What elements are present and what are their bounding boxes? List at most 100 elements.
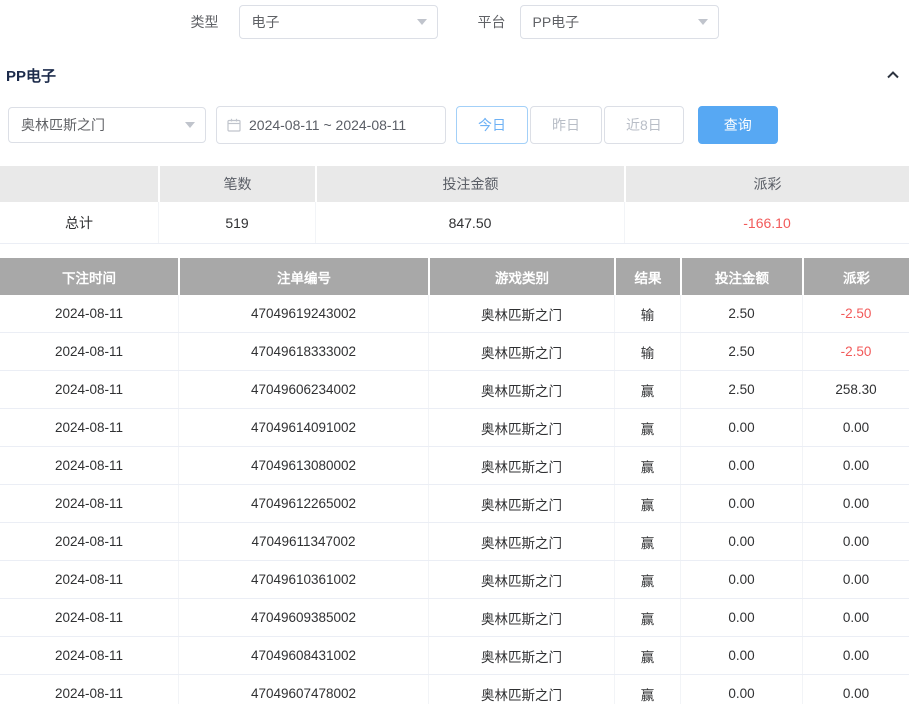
- cell-result: 赢: [614, 485, 680, 522]
- summary-header-count: 笔数: [158, 166, 315, 202]
- cell-order-number: 47049614091002: [178, 409, 428, 446]
- cell-bet-time: 2024-08-11: [0, 447, 178, 484]
- table-row: 2024-08-11 47049609385002 奥林匹斯之门 赢 0.00 …: [0, 599, 909, 637]
- top-filter-bar: 类型 电子 平台 PP电子: [0, 0, 909, 44]
- col-header-result: 结果: [614, 258, 680, 295]
- cell-payout: 0.00: [802, 637, 909, 674]
- table-row: 2024-08-11 47049614091002 奥林匹斯之门 赢 0.00 …: [0, 409, 909, 447]
- cell-order-number: 47049609385002: [178, 599, 428, 636]
- cell-payout: 0.00: [802, 561, 909, 598]
- cell-result: 赢: [614, 561, 680, 598]
- calendar-icon: [227, 118, 241, 132]
- cell-bet-amount: 2.50: [680, 295, 802, 332]
- table-row: 2024-08-11 47049611347002 奥林匹斯之门 赢 0.00 …: [0, 523, 909, 561]
- chevron-down-icon: [185, 122, 195, 128]
- cell-bet-amount: 0.00: [680, 675, 802, 704]
- type-label: 类型: [191, 12, 219, 32]
- section-header: PP电子: [6, 62, 901, 88]
- table-row: 2024-08-11 47049608431002 奥林匹斯之门 赢 0.00 …: [0, 637, 909, 675]
- summary-table: 笔数 投注金额 派彩 总计 519 847.50 -166.10: [0, 166, 909, 244]
- cell-order-number: 47049608431002: [178, 637, 428, 674]
- summary-bet-amount-value: 847.50: [315, 202, 624, 243]
- table-row: 2024-08-11 47049610361002 奥林匹斯之门 赢 0.00 …: [0, 561, 909, 599]
- date-range-input[interactable]: 2024-08-11 ~ 2024-08-11: [216, 106, 446, 144]
- cell-order-number: 47049612265002: [178, 485, 428, 522]
- summary-header-bet-amount: 投注金额: [315, 166, 624, 202]
- cell-payout: -2.50: [802, 333, 909, 370]
- cell-order-number: 47049607478002: [178, 675, 428, 704]
- summary-total-row: 总计 519 847.50 -166.10: [0, 202, 909, 244]
- summary-header-payout: 派彩: [624, 166, 909, 202]
- cell-game-category: 奥林匹斯之门: [428, 447, 614, 484]
- col-header-bet-time: 下注时间: [0, 258, 178, 295]
- table-header-row: 下注时间 注单编号 游戏类别 结果 投注金额 派彩: [0, 258, 909, 295]
- cell-result: 输: [614, 295, 680, 332]
- game-select-value: 奥林匹斯之门: [21, 115, 105, 135]
- summary-payout-value: -166.10: [624, 202, 909, 243]
- col-header-game-category: 游戏类别: [428, 258, 614, 295]
- cell-bet-amount: 2.50: [680, 371, 802, 408]
- cell-bet-time: 2024-08-11: [0, 637, 178, 674]
- cell-payout: 0.00: [802, 409, 909, 446]
- cell-payout: -2.50: [802, 295, 909, 332]
- summary-count-value: 519: [158, 202, 315, 243]
- cell-payout: 0.00: [802, 447, 909, 484]
- cell-game-category: 奥林匹斯之门: [428, 371, 614, 408]
- yesterday-button[interactable]: 昨日: [530, 106, 602, 144]
- cell-payout: 258.30: [802, 371, 909, 408]
- table-row: 2024-08-11 47049606234002 奥林匹斯之门 赢 2.50 …: [0, 371, 909, 409]
- cell-result: 输: [614, 333, 680, 370]
- cell-bet-amount: 0.00: [680, 599, 802, 636]
- platform-select-value: PP电子: [533, 12, 580, 32]
- table-row: 2024-08-11 47049613080002 奥林匹斯之门 赢 0.00 …: [0, 447, 909, 485]
- cell-result: 赢: [614, 447, 680, 484]
- chevron-down-icon: [698, 19, 708, 25]
- cell-payout: 0.00: [802, 523, 909, 560]
- cell-order-number: 47049611347002: [178, 523, 428, 560]
- cell-bet-time: 2024-08-11: [0, 599, 178, 636]
- cell-result: 赢: [614, 523, 680, 560]
- type-select[interactable]: 电子: [239, 5, 438, 39]
- cell-result: 赢: [614, 409, 680, 446]
- summary-header-row: 笔数 投注金额 派彩: [0, 166, 909, 202]
- cell-bet-time: 2024-08-11: [0, 333, 178, 370]
- cell-bet-time: 2024-08-11: [0, 675, 178, 704]
- query-toolbar: 奥林匹斯之门 2024-08-11 ~ 2024-08-11 今日 昨日 近8日…: [8, 106, 901, 144]
- cell-result: 赢: [614, 637, 680, 674]
- cell-game-category: 奥林匹斯之门: [428, 523, 614, 560]
- cell-game-category: 奥林匹斯之门: [428, 409, 614, 446]
- chevron-up-icon: [885, 67, 901, 83]
- last-8-days-button[interactable]: 近8日: [604, 106, 684, 144]
- today-button[interactable]: 今日: [456, 106, 528, 144]
- cell-bet-amount: 0.00: [680, 523, 802, 560]
- cell-order-number: 47049610361002: [178, 561, 428, 598]
- cell-result: 赢: [614, 675, 680, 704]
- section-title: PP电子: [6, 65, 56, 86]
- summary-header-empty: [0, 166, 158, 202]
- cell-bet-amount: 0.00: [680, 409, 802, 446]
- cell-order-number: 47049619243002: [178, 295, 428, 332]
- cell-bet-time: 2024-08-11: [0, 485, 178, 522]
- cell-result: 赢: [614, 599, 680, 636]
- cell-order-number: 47049606234002: [178, 371, 428, 408]
- query-button[interactable]: 查询: [698, 106, 778, 144]
- cell-game-category: 奥林匹斯之门: [428, 333, 614, 370]
- table-row: 2024-08-11 47049607478002 奥林匹斯之门 赢 0.00 …: [0, 675, 909, 704]
- platform-select[interactable]: PP电子: [520, 5, 719, 39]
- cell-bet-amount: 0.00: [680, 447, 802, 484]
- date-range-value: 2024-08-11 ~ 2024-08-11: [249, 117, 406, 133]
- cell-bet-amount: 0.00: [680, 637, 802, 674]
- cell-payout: 0.00: [802, 675, 909, 704]
- cell-bet-time: 2024-08-11: [0, 523, 178, 560]
- cell-game-category: 奥林匹斯之门: [428, 637, 614, 674]
- table-row: 2024-08-11 47049612265002 奥林匹斯之门 赢 0.00 …: [0, 485, 909, 523]
- cell-bet-time: 2024-08-11: [0, 295, 178, 332]
- cell-bet-time: 2024-08-11: [0, 409, 178, 446]
- bet-records-table: 下注时间 注单编号 游戏类别 结果 投注金额 派彩 2024-08-11 470…: [0, 258, 909, 704]
- type-select-value: 电子: [252, 12, 280, 32]
- game-select[interactable]: 奥林匹斯之门: [8, 107, 206, 143]
- chevron-down-icon: [417, 19, 427, 25]
- summary-total-label: 总计: [0, 202, 158, 243]
- collapse-button[interactable]: [885, 67, 901, 83]
- cell-game-category: 奥林匹斯之门: [428, 599, 614, 636]
